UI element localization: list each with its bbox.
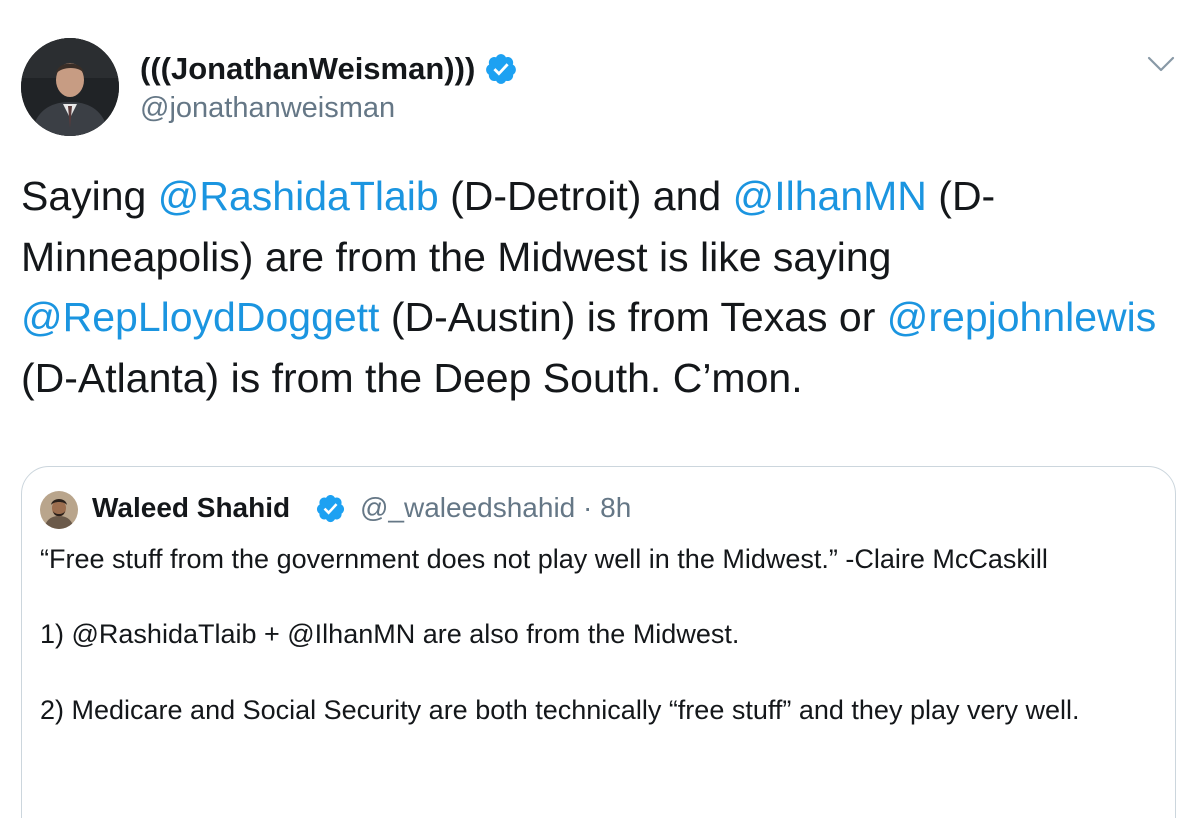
tweet-text-segment: (D-Detroit) and [438, 173, 733, 219]
tweet-text-segment: Saying [21, 173, 158, 219]
tweet-text-segment: (D-Atlanta) is from the Deep South. C’mo… [21, 354, 803, 401]
quote-separator: · [575, 492, 601, 523]
mention-link[interactable]: @RepLloydDoggett [21, 294, 379, 340]
quote-paragraph: “Free stuff from the government does not… [40, 544, 1048, 574]
tweet-text-segment: (D-Austin) is from Texas or [379, 294, 887, 340]
quote-paragraph: 1) @RashidaTlaib + @IlhanMN are also fro… [40, 619, 740, 650]
quote-tweet-text: “Free stuff from the government does not… [40, 541, 1150, 729]
author-display-name[interactable]: (((JonathanWeisman))) [140, 50, 475, 88]
quote-handle-text: @_waleedshahid [360, 492, 576, 523]
chevron-down-icon[interactable] [1147, 55, 1175, 73]
author-handle[interactable]: @jonathanweisman [140, 90, 395, 126]
tweet-text: Saying @RashidaTlaib (D-Detroit) and @Il… [21, 166, 1191, 408]
quote-author-avatar [40, 491, 78, 529]
verified-badge-icon [486, 54, 516, 84]
verified-badge-icon [316, 494, 345, 523]
quote-timestamp[interactable]: 8h [600, 492, 631, 523]
tweet: (((JonathanWeisman))) @jonathanweisman S… [0, 0, 1204, 818]
author-avatar[interactable] [21, 38, 119, 136]
quote-author-name: Waleed Shahid [92, 492, 291, 523]
mention-link[interactable]: @repjohnlewis [887, 294, 1157, 340]
mention-link[interactable]: @RashidaTlaib [158, 173, 439, 219]
quote-author-handle: @_waleedshahid · 8h [360, 491, 631, 525]
quote-paragraph: 2) Medicare and Social Security are both… [40, 694, 1080, 725]
mention-link[interactable]: @IlhanMN [733, 173, 927, 219]
quote-tweet-card[interactable]: Waleed Shahid @_waleedshahid · 8h “Free … [21, 466, 1176, 818]
